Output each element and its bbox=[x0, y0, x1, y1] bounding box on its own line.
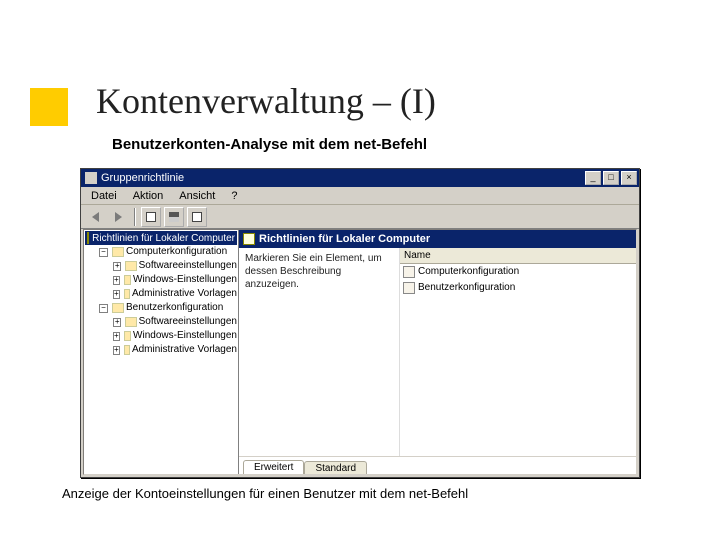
slide-footer: Anzeige der Kontoeinstellungen für einen… bbox=[62, 486, 468, 501]
policy-icon bbox=[87, 232, 89, 244]
menu-file[interactable]: Datei bbox=[83, 190, 125, 202]
tree-item[interactable]: + Softwareeinstellungen bbox=[113, 259, 237, 273]
node-icon bbox=[403, 282, 415, 294]
tree-root-label: Richtlinien für Lokaler Computer bbox=[92, 233, 235, 244]
maximize-button[interactable]: □ bbox=[603, 171, 619, 185]
tab-extended[interactable]: Erweitert bbox=[243, 460, 304, 475]
details-pane: Richtlinien für Lokaler Computer Markier… bbox=[239, 230, 636, 474]
expand-icon[interactable]: + bbox=[113, 346, 120, 355]
toolbar-separator bbox=[134, 208, 135, 226]
folder-icon bbox=[125, 317, 136, 327]
properties-icon bbox=[192, 212, 202, 222]
expand-icon[interactable]: + bbox=[113, 318, 121, 327]
list-item[interactable]: Computerkonfiguration bbox=[400, 264, 636, 280]
minimize-button[interactable]: _ bbox=[585, 171, 601, 185]
forward-button[interactable] bbox=[108, 207, 128, 227]
node-icon bbox=[403, 266, 415, 278]
collapse-icon[interactable]: − bbox=[99, 248, 108, 257]
policy-icon bbox=[243, 233, 255, 245]
tree-item[interactable]: + Windows-Einstellungen bbox=[113, 273, 237, 287]
arrow-right-icon bbox=[115, 212, 122, 222]
folder-icon bbox=[125, 261, 136, 271]
folder-icon bbox=[124, 275, 131, 285]
slide-title: Kontenverwaltung – (I) bbox=[96, 80, 436, 122]
list-item[interactable]: Benutzerkonfiguration bbox=[400, 280, 636, 296]
tree-item-label: Softwareeinstellungen bbox=[139, 259, 237, 273]
close-button[interactable]: × bbox=[621, 171, 637, 185]
content-area: Richtlinien für Lokaler Computer − Comput… bbox=[83, 229, 637, 475]
tree-icon bbox=[169, 212, 179, 222]
expand-icon[interactable]: + bbox=[113, 290, 120, 299]
expand-icon[interactable]: + bbox=[113, 262, 121, 271]
details-list[interactable]: Name Computerkonfiguration Benutzerkonfi… bbox=[399, 248, 636, 456]
tree-item-label: Windows-Einstellungen bbox=[133, 273, 237, 287]
show-tree-button[interactable] bbox=[164, 207, 184, 227]
tree-item-label: Softwareeinstellungen bbox=[139, 315, 237, 329]
tree-item[interactable]: + Softwareeinstellungen bbox=[113, 315, 237, 329]
tree-pane[interactable]: Richtlinien für Lokaler Computer − Comput… bbox=[84, 230, 239, 474]
tree-item[interactable]: + Administrative Vorlagen bbox=[113, 343, 237, 357]
folder-icon bbox=[124, 289, 130, 299]
details-header-text: Richtlinien für Lokaler Computer bbox=[259, 233, 430, 245]
toolbar bbox=[81, 205, 639, 229]
menu-view[interactable]: Ansicht bbox=[171, 190, 223, 202]
tree-item-label: Administrative Vorlagen bbox=[132, 287, 237, 301]
folder-icon bbox=[124, 331, 131, 341]
column-header-name[interactable]: Name bbox=[400, 248, 636, 264]
mmc-window: Gruppenrichtlinie _ □ × Datei Aktion Ans… bbox=[80, 168, 640, 478]
arrow-left-icon bbox=[92, 212, 99, 222]
tree-root[interactable]: Richtlinien für Lokaler Computer bbox=[85, 231, 237, 245]
details-header: Richtlinien für Lokaler Computer bbox=[239, 230, 636, 248]
expand-icon[interactable]: + bbox=[113, 332, 120, 341]
app-icon bbox=[85, 172, 97, 184]
expand-icon[interactable]: + bbox=[113, 276, 120, 285]
back-button[interactable] bbox=[85, 207, 105, 227]
container-icon bbox=[146, 212, 156, 222]
titlebar[interactable]: Gruppenrichtlinie _ □ × bbox=[81, 169, 639, 187]
tree-item[interactable]: + Administrative Vorlagen bbox=[113, 287, 237, 301]
folder-icon bbox=[124, 345, 130, 355]
list-item-label: Benutzerkonfiguration bbox=[418, 281, 515, 295]
view-tabs: Erweitert Standard bbox=[239, 456, 636, 474]
tree-item-label: Windows-Einstellungen bbox=[133, 329, 237, 343]
tab-standard[interactable]: Standard bbox=[304, 461, 367, 475]
tree-item[interactable]: − Computerkonfiguration bbox=[99, 245, 237, 259]
menu-action[interactable]: Aktion bbox=[125, 190, 172, 202]
list-item-label: Computerkonfiguration bbox=[418, 265, 519, 279]
slide-subtitle: Benutzerkonten-Analyse mit dem net-Befeh… bbox=[112, 136, 427, 153]
tree-item[interactable]: + Windows-Einstellungen bbox=[113, 329, 237, 343]
folder-icon bbox=[112, 247, 124, 257]
tree-item-label: Benutzerkonfiguration bbox=[126, 301, 223, 315]
description-text: Markieren Sie ein Element, um dessen Bes… bbox=[239, 248, 399, 456]
tree-item[interactable]: − Benutzerkonfiguration bbox=[99, 301, 237, 315]
properties-button[interactable] bbox=[187, 207, 207, 227]
accent-square bbox=[30, 88, 68, 126]
menu-bar: Datei Aktion Ansicht ? bbox=[81, 187, 639, 205]
window-title: Gruppenrichtlinie bbox=[101, 172, 184, 184]
folder-icon bbox=[112, 303, 124, 313]
collapse-icon[interactable]: − bbox=[99, 304, 108, 313]
menu-help[interactable]: ? bbox=[223, 190, 245, 202]
tree-item-label: Administrative Vorlagen bbox=[132, 343, 237, 357]
up-button[interactable] bbox=[141, 207, 161, 227]
tree-item-label: Computerkonfiguration bbox=[126, 245, 227, 259]
